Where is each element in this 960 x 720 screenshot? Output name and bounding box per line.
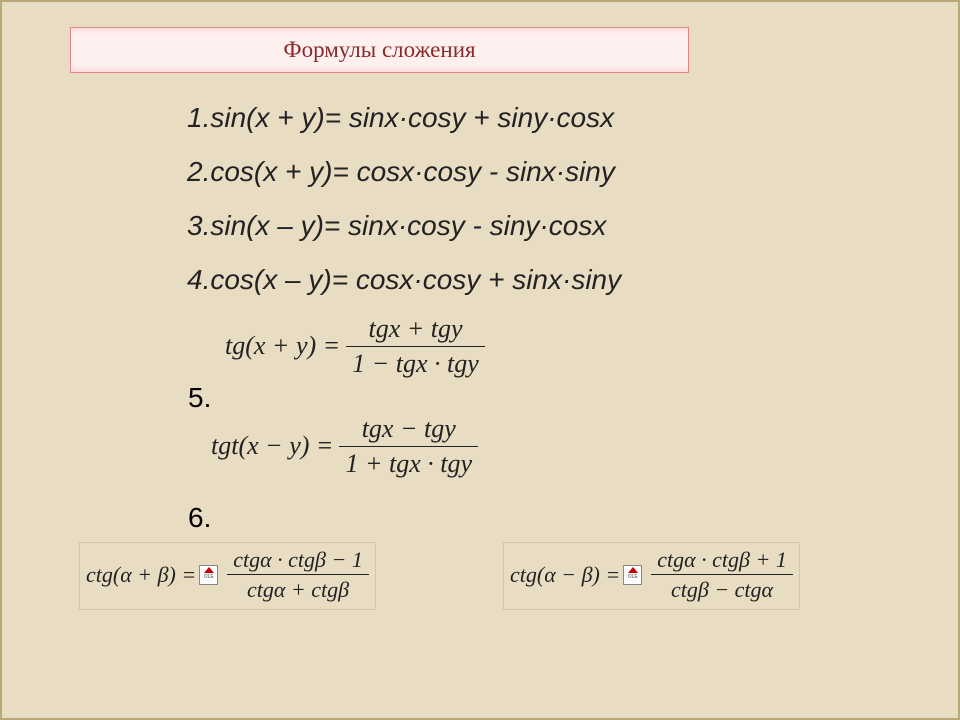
tg5-lhs: tg(x + y) =: [225, 331, 340, 361]
formula-ctg-minus: ctg(α − β) = OLE ctgα · ctgβ + 1 ctgβ − …: [503, 542, 800, 610]
title-box: Формулы сложения: [70, 27, 689, 73]
tg6-den: 1 + tgx · tgy: [339, 449, 478, 479]
ctg-minus-frac: ctgα · ctgβ + 1 ctgβ − ctgα: [651, 547, 793, 603]
tg5-num: tgx + tgy: [362, 314, 468, 344]
formula-ctg-plus: ctg(α + β) = OLE ctgα · ctgβ − 1 ctgα + …: [79, 542, 376, 610]
ole-icon: OLE: [199, 565, 218, 585]
fraction-bar: [651, 574, 793, 575]
ctg-plus-num: ctgα · ctgβ − 1: [227, 547, 369, 572]
ole-icon: OLE: [623, 565, 642, 585]
formula-5-tg-plus: tg(x + y) = tgx + tgy 1 − tgx · tgy: [225, 314, 485, 379]
slide-title: Формулы сложения: [283, 37, 475, 63]
tg5-frac: tgx + tgy 1 − tgx · tgy: [346, 314, 485, 379]
tg6-frac: tgx − tgy 1 + tgx · tgy: [339, 414, 478, 479]
tg5-den: 1 − tgx · tgy: [346, 349, 485, 379]
formula-6-tg-minus: tgt(x − y) = tgx − tgy 1 + tgx · tgy: [211, 414, 478, 479]
ctg-minus-num: ctgα · ctgβ + 1: [651, 547, 793, 572]
formula-1: 1.sin(x + y)= sinx·cosy + siny·cosx: [187, 102, 621, 134]
ctg-plus-frac: ctgα · ctgβ − 1 ctgα + ctgβ: [227, 547, 369, 603]
tg6-lhs: tgt(x − y) =: [211, 431, 333, 461]
tg6-num: tgx − tgy: [356, 414, 462, 444]
fraction-bar: [227, 574, 369, 575]
formula-list: 1.sin(x + y)= sinx·cosy + siny·cosx 2.co…: [187, 102, 621, 318]
ctg-minus-den: ctgβ − ctgα: [665, 577, 779, 602]
fraction-bar: [339, 446, 478, 447]
label-5: 5.: [188, 382, 211, 414]
label-6: 6.: [188, 502, 211, 534]
ctg-plus-lhs: ctg(α + β) =: [86, 562, 196, 588]
ctg-plus-den: ctgα + ctgβ: [241, 577, 355, 602]
formula-4: 4.cos(x – y)= cosx·cosy + sinx·siny: [187, 264, 621, 296]
formula-2: 2.cos(x + y)= cosx·cosy - sinx·siny: [187, 156, 621, 188]
fraction-bar: [346, 346, 485, 347]
ctg-minus-lhs: ctg(α − β) =: [510, 562, 620, 588]
formula-3: 3.sin(x – y)= sinx·cosy - siny·cosx: [187, 210, 621, 242]
